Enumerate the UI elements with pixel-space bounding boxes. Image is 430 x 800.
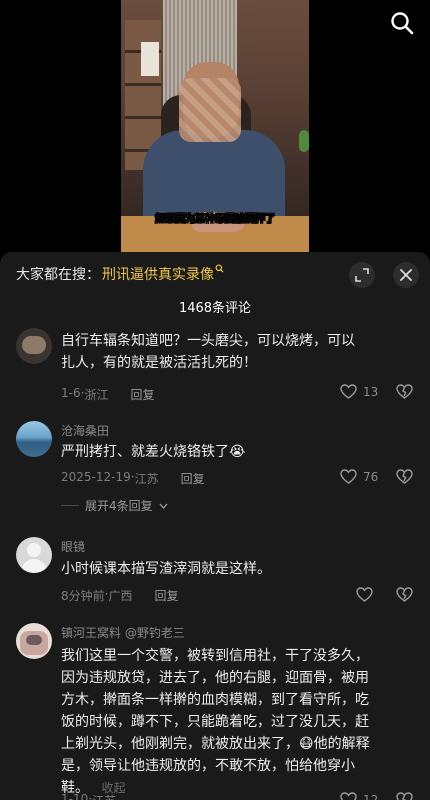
comment-date: 1-10	[61, 792, 89, 800]
video-plant	[299, 130, 309, 152]
like-button[interactable]	[356, 587, 373, 602]
like-count: 12	[363, 792, 379, 800]
expand-replies-button[interactable]: 展开4条回复	[61, 497, 168, 514]
comment-text: 小时候课本描写渣滓洞就是这样。	[61, 561, 271, 577]
reply-button[interactable]: 回复	[130, 386, 154, 403]
comment-meta: 1-6 · 浙江 回复	[61, 386, 155, 403]
comment-author[interactable]: 沧海桑田	[61, 422, 109, 439]
comment-location: 浙江	[84, 388, 109, 402]
dislike-button[interactable]	[396, 587, 413, 606]
like-count: 76	[363, 469, 379, 484]
broken-heart-icon	[396, 792, 413, 800]
video-background-books	[141, 42, 159, 76]
comment-author[interactable]: 镇河王窝料 @野钓老三	[61, 624, 185, 641]
broken-heart-icon	[396, 469, 413, 484]
comment-meta: 8分钟前 · 广西 回复	[61, 587, 179, 604]
small-search-icon	[215, 264, 224, 276]
comment-text: 自行车辐条知道吧？一头磨尖，可以烧烤，可以扎人，有的就是被活活扎死的！	[61, 333, 355, 371]
comments-sheet: 大家都在搜： 刑讯逼供真实录像 1468条评论 自行车辐条知道吧？一头磨尖，可以…	[0, 252, 430, 800]
search-icon[interactable]	[389, 10, 415, 36]
dislike-button[interactable]	[396, 792, 413, 800]
heart-icon	[356, 587, 373, 602]
heart-icon	[340, 792, 357, 800]
broken-heart-icon	[396, 587, 413, 602]
trending-search-prefix: 大家都在搜：	[16, 267, 100, 283]
comment-date: 2025-12-19	[61, 470, 131, 484]
broken-heart-icon	[396, 384, 413, 399]
like-button[interactable]: 13	[340, 384, 378, 399]
comment-meta: 1-10 · 江苏	[61, 792, 116, 800]
comment-meta: 2025-12-19 · 江苏 回复	[61, 470, 205, 487]
comment-date: 8分钟前	[61, 589, 105, 603]
face-blur-mosaic	[179, 78, 241, 142]
expand-fullscreen-button[interactable]	[349, 262, 375, 288]
close-button[interactable]	[393, 262, 419, 288]
expand-icon	[355, 268, 369, 282]
video-player[interactable]: 如果因为某种原因被羁押了	[0, 0, 430, 252]
comment-date: 1-6	[61, 386, 81, 400]
comment-text: 严刑拷打、就差火烧铬铁了😭	[61, 444, 246, 460]
reply-button[interactable]: 回复	[181, 470, 205, 487]
video-frame[interactable]: 如果因为某种原因被羁押了	[121, 0, 309, 252]
comment-location: 江苏	[92, 792, 116, 800]
expand-replies-label: 展开4条回复	[85, 499, 153, 513]
video-subtitle: 如果因为某种原因被羁押了	[155, 214, 275, 225]
reply-button[interactable]: 回复	[154, 587, 178, 604]
heart-icon	[340, 384, 357, 399]
like-count: 13	[363, 384, 379, 399]
avatar[interactable]	[16, 623, 52, 659]
expand-replies-divider	[61, 505, 79, 506]
avatar[interactable]	[16, 421, 52, 457]
comment-location: 江苏	[134, 472, 159, 486]
comment-count: 1468条评论	[178, 301, 252, 316]
trending-search-bar[interactable]: 大家都在搜： 刑讯逼供真实录像	[16, 263, 224, 285]
chevron-down-icon	[159, 503, 168, 509]
heart-icon	[340, 469, 357, 484]
avatar[interactable]	[16, 537, 52, 573]
comment-location: 广西	[108, 589, 133, 603]
trending-search-term[interactable]: 刑讯逼供真实录像	[102, 264, 214, 284]
dislike-button[interactable]	[396, 384, 413, 403]
avatar[interactable]	[16, 328, 52, 364]
like-button[interactable]: 12	[340, 792, 378, 800]
dislike-button[interactable]	[396, 469, 413, 488]
comment-text: 我们这里一个交警，被转到信用社，干了没多久，因为违规放贷，进去了，他的右腿，迎面…	[61, 645, 371, 799]
comment-author[interactable]: 眼镜	[61, 538, 85, 555]
close-icon	[400, 269, 412, 281]
like-button[interactable]: 76	[340, 469, 378, 484]
comment-text-body: 我们这里一个交警，被转到信用社，干了没多久，因为违规放贷，进去了，他的右腿，迎面…	[61, 648, 370, 796]
